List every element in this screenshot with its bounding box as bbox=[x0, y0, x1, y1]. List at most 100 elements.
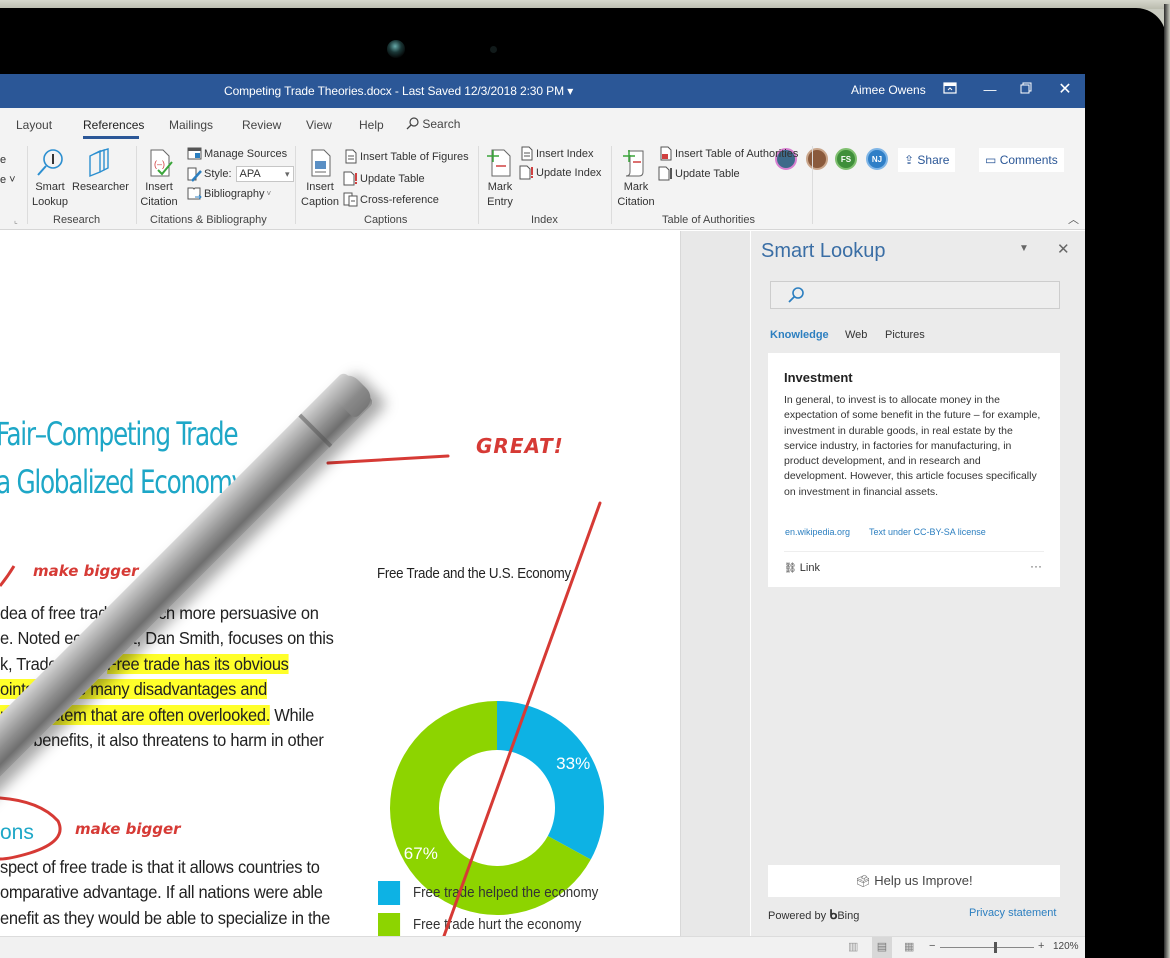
cross-reference-button[interactable]: Cross-reference bbox=[343, 192, 439, 207]
researcher-button[interactable]: Researcher bbox=[72, 148, 129, 195]
tab-layout[interactable]: Layout bbox=[16, 118, 52, 132]
collaborator-avatar-nj[interactable]: NJ bbox=[866, 148, 888, 170]
powered-by-label: Powered by bbox=[768, 910, 827, 922]
zoom-level[interactable]: 120% bbox=[1053, 941, 1079, 952]
mark-entry-icon bbox=[487, 149, 511, 177]
insert-index-button[interactable]: Insert Index bbox=[519, 146, 593, 161]
share-button[interactable]: ⇪ Share bbox=[898, 148, 956, 172]
insert-caption-label: Insert Caption bbox=[301, 181, 339, 208]
collapse-ribbon-icon[interactable]: ︿ bbox=[1068, 211, 1079, 227]
insert-table-of-authorities-button[interactable]: Insert Table of Authorities bbox=[658, 146, 798, 161]
insert-citation-label: Insert Citation bbox=[140, 181, 178, 208]
index-group: Mark Entry Insert Index Update Index Ind… bbox=[479, 142, 611, 230]
link-icon: ⛓ bbox=[784, 563, 797, 574]
insert-index-label: Insert Index bbox=[536, 147, 594, 160]
link-button[interactable]: ⛓ Link bbox=[784, 562, 820, 574]
zoom-slider[interactable] bbox=[940, 942, 1034, 953]
insert-citation-icon: (–) bbox=[150, 149, 173, 177]
ribbon-display-options-icon[interactable] bbox=[940, 81, 960, 99]
zoom-slider-thumb[interactable] bbox=[993, 942, 997, 953]
pane-options-icon[interactable]: ▼ bbox=[1019, 243, 1029, 254]
bibliography-icon bbox=[187, 187, 202, 200]
mark-citation-button[interactable]: Mark Citation bbox=[614, 148, 658, 210]
card-divider bbox=[784, 551, 1044, 552]
search-icon bbox=[788, 287, 804, 303]
chevron-down-icon: ˅ bbox=[266, 189, 272, 198]
search-icon bbox=[406, 117, 419, 130]
tab-mailings[interactable]: Mailings bbox=[169, 118, 213, 132]
source-link[interactable]: en.wikipedia.org bbox=[785, 527, 850, 537]
restore-icon[interactable] bbox=[1016, 81, 1036, 99]
manage-sources-button[interactable]: Manage Sources bbox=[187, 146, 287, 161]
web-layout-icon[interactable]: ▦ bbox=[904, 940, 914, 953]
share-label: Share bbox=[917, 153, 950, 167]
device-right-edge bbox=[1164, 4, 1170, 958]
update-toa-label: Update Table bbox=[675, 167, 740, 180]
comment-icon: ▭ bbox=[985, 153, 997, 167]
citations-group: (–) Insert Citation Manage Sources Style… bbox=[130, 142, 295, 230]
bibliography-button[interactable]: Bibliography ˅ bbox=[187, 186, 271, 201]
ink-tick-stroke bbox=[0, 565, 16, 587]
group-separator bbox=[812, 146, 813, 224]
document-title[interactable]: Competing Trade Theories.docx - Last Sav… bbox=[224, 84, 573, 98]
update-table-icon bbox=[343, 171, 357, 186]
smart-lookup-search-input[interactable] bbox=[770, 281, 1060, 309]
research-group-label: Research bbox=[53, 214, 101, 226]
update-toa-icon bbox=[658, 166, 672, 181]
more-options-icon[interactable]: ··· bbox=[1030, 559, 1042, 573]
smart-lookup-button[interactable]: Smart Lookup bbox=[30, 148, 70, 210]
cross-reference-label: Cross-reference bbox=[360, 193, 439, 206]
tab-references[interactable]: References bbox=[83, 118, 144, 132]
dialog-launcher-icon[interactable]: ⌞ bbox=[14, 216, 18, 225]
table-of-authorities-group: Mark Citation Insert Table of Authoritie… bbox=[612, 142, 812, 230]
cross-reference-icon bbox=[343, 192, 358, 207]
update-toa-button[interactable]: Update Table bbox=[658, 166, 740, 181]
style-selector[interactable]: Style: APA bbox=[187, 166, 294, 182]
ink-circle-stroke bbox=[0, 796, 62, 861]
card-description: In general, to invest is to allocate mon… bbox=[784, 394, 1041, 498]
update-table-button[interactable]: Update Table bbox=[343, 171, 425, 186]
license-link[interactable]: Text under CC-BY-SA license bbox=[869, 527, 986, 537]
sensor-icon bbox=[490, 46, 497, 53]
tell-me-search[interactable]: Search bbox=[406, 117, 460, 131]
index-group-label: Index bbox=[531, 214, 558, 226]
zoom-in-button[interactable]: + bbox=[1038, 940, 1044, 952]
pane-close-icon[interactable]: ✕ bbox=[1057, 240, 1070, 258]
document-canvas[interactable]: Fair–Competing Trade a Globalized Econom… bbox=[0, 231, 680, 936]
ink-slash-stroke bbox=[442, 501, 602, 936]
style-label: Style: bbox=[204, 168, 232, 180]
collaborator-avatar-fs[interactable]: FS bbox=[835, 148, 857, 170]
user-name[interactable]: Aimee Owens bbox=[851, 83, 926, 97]
print-layout-icon[interactable]: ▤ bbox=[872, 937, 892, 958]
share-icon: ⇪ bbox=[904, 153, 915, 167]
camera-icon bbox=[387, 40, 405, 58]
close-icon[interactable]: ✕ bbox=[1055, 81, 1075, 99]
update-table-label: Update Table bbox=[360, 172, 425, 185]
zoom-out-button[interactable]: − bbox=[929, 940, 935, 952]
insert-table-of-figures-button[interactable]: Insert Table of Figures bbox=[343, 149, 469, 164]
style-dropdown[interactable]: APA bbox=[235, 166, 294, 182]
insert-citation-button[interactable]: (–) Insert Citation bbox=[134, 148, 184, 210]
update-index-button[interactable]: Update Index bbox=[519, 165, 601, 180]
table-of-figures-icon bbox=[345, 149, 357, 164]
ink-annotation-make-bigger: make bigger bbox=[75, 820, 181, 838]
insert-caption-button[interactable]: Insert Caption bbox=[298, 148, 342, 210]
mark-entry-button[interactable]: Mark Entry bbox=[481, 148, 519, 210]
update-index-label: Update Index bbox=[536, 166, 602, 179]
comments-button[interactable]: ▭ Comments bbox=[979, 148, 1064, 172]
privacy-statement-link[interactable]: Privacy statement bbox=[969, 907, 1056, 919]
tab-review[interactable]: Review bbox=[242, 118, 281, 132]
pane-tab-web[interactable]: Web bbox=[845, 329, 867, 341]
knowledge-card: Investment In general, to invest is to a… bbox=[768, 353, 1060, 587]
pane-tab-pictures[interactable]: Pictures bbox=[885, 329, 925, 341]
insert-index-icon bbox=[521, 146, 533, 161]
mark-entry-label: Mark Entry bbox=[487, 181, 513, 208]
pane-tab-knowledge[interactable]: Knowledge bbox=[770, 329, 829, 341]
help-us-improve-button[interactable]: 🗳 Help us Improve! bbox=[768, 865, 1060, 897]
tab-help[interactable]: Help bbox=[359, 118, 384, 132]
minimize-icon[interactable]: — bbox=[980, 81, 1000, 99]
insert-toa-icon bbox=[660, 146, 672, 161]
tab-view[interactable]: View bbox=[306, 118, 332, 132]
pen-band bbox=[298, 413, 333, 448]
read-mode-icon[interactable]: ▥ bbox=[848, 940, 858, 953]
